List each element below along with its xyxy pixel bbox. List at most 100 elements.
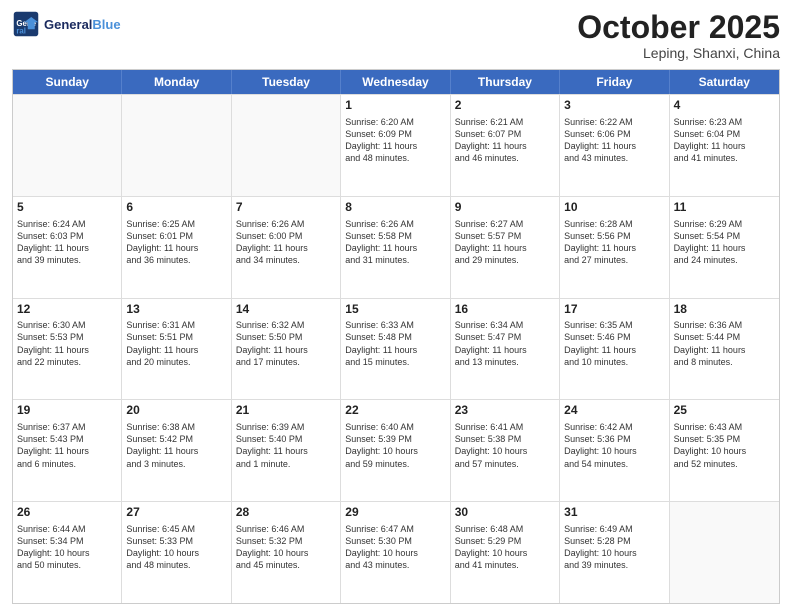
calendar-cell: 2Sunrise: 6:21 AM Sunset: 6:07 PM Daylig… [451,95,560,196]
day-number: 4 [674,98,775,114]
day-info: Sunrise: 6:22 AM Sunset: 6:06 PM Dayligh… [564,116,664,165]
calendar-row: 5 Sunrise: 6:24 AM Sunset: 6:03 PM Daylig… [13,196,779,298]
calendar-cell: 23 Sunrise: 6:41 AM Sunset: 5:38 PM Dayli… [451,400,560,501]
calendar-row: 12Sunrise: 6:30 AM Sunset: 5:53 PM Dayli… [13,298,779,400]
day-info: Sunrise: 6:20 AM Sunset: 6:09 PM Dayligh… [345,116,445,165]
day-number: 6 [126,200,226,216]
day-info: Sunrise: 6:47 AM Sunset: 5:30 PM Dayligh… [345,523,445,572]
day-number: 19 [17,403,117,419]
day-info: Sunrise: 6:48 AM Sunset: 5:29 PM Dayligh… [455,523,555,572]
page-header: Gene ral GeneralBlue October 2025 Leping… [12,10,780,61]
day-number: 7 [236,200,336,216]
day-number: 11 [674,200,775,216]
day-info: Sunrise: 6:45 AM Sunset: 5:33 PM Dayligh… [126,523,226,572]
calendar-cell: 9 Sunrise: 6:27 AM Sunset: 5:57 PM Daylig… [451,197,560,298]
calendar-cell: 30 Sunrise: 6:48 AM Sunset: 5:29 PM Dayli… [451,502,560,603]
calendar-cell: 19Sunrise: 6:37 AM Sunset: 5:43 PM Dayli… [13,400,122,501]
calendar-cell [122,95,231,196]
day-info: Sunrise: 6:43 AM Sunset: 5:35 PM Dayligh… [674,421,775,470]
day-number: 9 [455,200,555,216]
svg-text:ral: ral [16,27,26,36]
logo: Gene ral GeneralBlue [12,10,121,38]
day-number: 13 [126,302,226,318]
calendar-cell: 1Sunrise: 6:20 AM Sunset: 6:09 PM Daylig… [341,95,450,196]
calendar-cell: 22Sunrise: 6:40 AM Sunset: 5:39 PM Dayli… [341,400,450,501]
calendar-cell: 26Sunrise: 6:44 AM Sunset: 5:34 PM Dayli… [13,502,122,603]
month-title: October 2025 [577,10,780,45]
day-info: Sunrise: 6:35 AM Sunset: 5:46 PM Dayligh… [564,319,664,368]
calendar-cell: 21Sunrise: 6:39 AM Sunset: 5:40 PM Dayli… [232,400,341,501]
calendar-row: 19Sunrise: 6:37 AM Sunset: 5:43 PM Dayli… [13,399,779,501]
calendar-cell: 15Sunrise: 6:33 AM Sunset: 5:48 PM Dayli… [341,299,450,400]
logo-icon: Gene ral [12,10,40,38]
day-number: 23 [455,403,555,419]
calendar-cell: 12Sunrise: 6:30 AM Sunset: 5:53 PM Dayli… [13,299,122,400]
calendar-cell: 6 Sunrise: 6:25 AM Sunset: 6:01 PM Daylig… [122,197,231,298]
calendar-cell: 20Sunrise: 6:38 AM Sunset: 5:42 PM Dayli… [122,400,231,501]
day-number: 28 [236,505,336,521]
day-number: 5 [17,200,117,216]
calendar-cell: 31 Sunrise: 6:49 AM Sunset: 5:28 PM Dayli… [560,502,669,603]
calendar-cell [670,502,779,603]
weekday-header: Friday [560,70,669,94]
day-info: Sunrise: 6:49 AM Sunset: 5:28 PM Dayligh… [564,523,664,572]
calendar-cell: 27 Sunrise: 6:45 AM Sunset: 5:33 PM Dayli… [122,502,231,603]
calendar-cell: 13Sunrise: 6:31 AM Sunset: 5:51 PM Dayli… [122,299,231,400]
calendar-cell: 16Sunrise: 6:34 AM Sunset: 5:47 PM Dayli… [451,299,560,400]
day-number: 14 [236,302,336,318]
day-info: Sunrise: 6:28 AM Sunset: 5:56 PM Dayligh… [564,218,664,267]
day-number: 15 [345,302,445,318]
day-info: Sunrise: 6:27 AM Sunset: 5:57 PM Dayligh… [455,218,555,267]
calendar-cell: 14Sunrise: 6:32 AM Sunset: 5:50 PM Dayli… [232,299,341,400]
calendar-cell: 7Sunrise: 6:26 AM Sunset: 6:00 PM Daylig… [232,197,341,298]
day-info: Sunrise: 6:30 AM Sunset: 5:53 PM Dayligh… [17,319,117,368]
weekday-header: Monday [122,70,231,94]
calendar-cell: 3 Sunrise: 6:22 AM Sunset: 6:06 PM Daylig… [560,95,669,196]
day-info: Sunrise: 6:33 AM Sunset: 5:48 PM Dayligh… [345,319,445,368]
day-info: Sunrise: 6:21 AM Sunset: 6:07 PM Dayligh… [455,116,555,165]
weekday-header: Tuesday [232,70,341,94]
calendar-row: 1Sunrise: 6:20 AM Sunset: 6:09 PM Daylig… [13,94,779,196]
day-number: 27 [126,505,226,521]
day-number: 30 [455,505,555,521]
calendar: SundayMondayTuesdayWednesdayThursdayFrid… [12,69,780,604]
calendar-cell: 28 Sunrise: 6:46 AM Sunset: 5:32 PM Dayli… [232,502,341,603]
day-info: Sunrise: 6:29 AM Sunset: 5:54 PM Dayligh… [674,218,775,267]
calendar-cell: 10Sunrise: 6:28 AM Sunset: 5:56 PM Dayli… [560,197,669,298]
day-info: Sunrise: 6:25 AM Sunset: 6:01 PM Dayligh… [126,218,226,267]
calendar-cell: 24 Sunrise: 6:42 AM Sunset: 5:36 PM Dayli… [560,400,669,501]
day-number: 24 [564,403,664,419]
weekday-header: Thursday [451,70,560,94]
calendar-cell: 11 Sunrise: 6:29 AM Sunset: 5:54 PM Dayli… [670,197,779,298]
day-number: 3 [564,98,664,114]
day-number: 16 [455,302,555,318]
day-number: 8 [345,200,445,216]
weekday-header: Wednesday [341,70,450,94]
calendar-cell [13,95,122,196]
calendar-cell: 25 Sunrise: 6:43 AM Sunset: 5:35 PM Dayli… [670,400,779,501]
day-info: Sunrise: 6:40 AM Sunset: 5:39 PM Dayligh… [345,421,445,470]
day-number: 18 [674,302,775,318]
day-info: Sunrise: 6:24 AM Sunset: 6:03 PM Dayligh… [17,218,117,267]
calendar-cell: 18Sunrise: 6:36 AM Sunset: 5:44 PM Dayli… [670,299,779,400]
day-number: 21 [236,403,336,419]
day-info: Sunrise: 6:46 AM Sunset: 5:32 PM Dayligh… [236,523,336,572]
day-number: 12 [17,302,117,318]
day-info: Sunrise: 6:32 AM Sunset: 5:50 PM Dayligh… [236,319,336,368]
day-info: Sunrise: 6:44 AM Sunset: 5:34 PM Dayligh… [17,523,117,572]
day-info: Sunrise: 6:42 AM Sunset: 5:36 PM Dayligh… [564,421,664,470]
day-info: Sunrise: 6:36 AM Sunset: 5:44 PM Dayligh… [674,319,775,368]
calendar-row: 26Sunrise: 6:44 AM Sunset: 5:34 PM Dayli… [13,501,779,603]
calendar-header: SundayMondayTuesdayWednesdayThursdayFrid… [13,70,779,94]
day-info: Sunrise: 6:41 AM Sunset: 5:38 PM Dayligh… [455,421,555,470]
calendar-cell [232,95,341,196]
day-number: 17 [564,302,664,318]
day-number: 31 [564,505,664,521]
calendar-cell: 4Sunrise: 6:23 AM Sunset: 6:04 PM Daylig… [670,95,779,196]
day-number: 25 [674,403,775,419]
title-block: October 2025 Leping, Shanxi, China [577,10,780,61]
calendar-cell: 8Sunrise: 6:26 AM Sunset: 5:58 PM Daylig… [341,197,450,298]
calendar-body: 1Sunrise: 6:20 AM Sunset: 6:09 PM Daylig… [13,94,779,603]
logo-text: GeneralBlue [44,17,121,32]
calendar-cell: 17Sunrise: 6:35 AM Sunset: 5:46 PM Dayli… [560,299,669,400]
